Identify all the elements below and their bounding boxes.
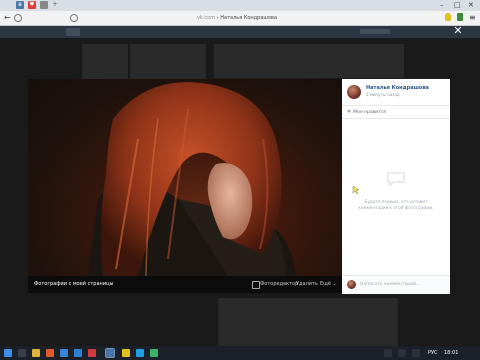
like-label: Мне нравится [353, 110, 387, 115]
divider [342, 118, 450, 119]
clock[interactable]: 18:01 [444, 349, 458, 357]
delete-button[interactable]: Удалить [296, 280, 318, 289]
address-bar: ← vk.com › Наталья Кондрашова ≡ [0, 11, 480, 26]
window-close-button[interactable]: ✕ [468, 1, 474, 10]
store-icon[interactable] [60, 349, 68, 357]
browser-menu-button[interactable]: ≡ [469, 12, 476, 23]
mouse-cursor-icon [352, 186, 360, 194]
author-avatar[interactable] [347, 85, 361, 99]
mail-icon[interactable] [74, 349, 82, 357]
ghost-wall-post [218, 298, 398, 346]
current-user-avatar [347, 280, 356, 289]
header-user [360, 29, 390, 34]
back-button[interactable]: ← [4, 12, 11, 23]
maximize-button[interactable]: □ [454, 1, 461, 10]
photo-illustration [88, 82, 296, 276]
task-view-icon[interactable] [18, 349, 26, 357]
download-icon[interactable] [457, 13, 463, 21]
browser-icon[interactable] [46, 349, 54, 357]
heart-tab-icon[interactable]: ♥ [28, 1, 36, 9]
comment-composer: Написать комментарий... [342, 275, 450, 294]
heart-icon: ♥ [347, 110, 352, 115]
app-icon[interactable] [150, 349, 158, 357]
photo-editor-button[interactable]: Фоторедактор [260, 280, 298, 289]
reload-icon[interactable] [14, 14, 22, 22]
os-taskbar: РУС 18:01 [0, 346, 480, 360]
divider [342, 105, 450, 106]
media-icon[interactable] [88, 349, 96, 357]
close-viewer-button[interactable]: ✕ [452, 25, 464, 37]
more-button[interactable]: Ещё ⌄ [320, 280, 337, 289]
vk-icon[interactable] [105, 348, 115, 358]
minimize-button[interactable]: – [440, 1, 444, 10]
tray-icon[interactable] [384, 349, 392, 357]
explorer-icon[interactable] [32, 349, 40, 357]
vk-tab-icon[interactable]: в [16, 1, 24, 9]
tab-icon[interactable] [40, 1, 48, 9]
ghost-profile-info [214, 44, 404, 78]
like-button[interactable]: ♥ Мне нравится [347, 109, 386, 116]
url-page-title: Наталья Кондрашова [220, 15, 278, 21]
skype-icon[interactable] [136, 349, 144, 357]
photo-image[interactable] [28, 79, 342, 276]
yandex-browser-icon[interactable] [122, 349, 130, 357]
browser-tab-strip: в ♥ + – □ ✕ [0, 0, 480, 11]
album-caption-link[interactable]: Фотографии с моей страницы [34, 280, 113, 289]
url-domain: vk.com [196, 15, 216, 21]
photo-action-bar: Фотографии с моей страницы Фоторедактор … [28, 276, 342, 293]
url-field[interactable]: vk.com › Наталья Кондрашова [162, 13, 312, 23]
photo-side-panel: Наталья Кондрашова 2 минуты назад ♥ Мне н… [342, 79, 450, 294]
new-tab-icon[interactable]: + [51, 1, 59, 9]
vk-logo-icon [66, 28, 80, 36]
comment-input[interactable]: Написать комментарий... [360, 281, 420, 288]
language-indicator[interactable]: РУС [428, 349, 438, 357]
volume-icon[interactable] [412, 349, 420, 357]
post-date: 2 минуты назад [366, 92, 400, 97]
start-icon[interactable] [4, 349, 12, 357]
network-icon[interactable] [398, 349, 406, 357]
extension-icon[interactable] [445, 13, 451, 21]
comments-icon [387, 172, 405, 186]
ghost-menu [82, 44, 128, 82]
author-name-link[interactable]: Наталья Кондрашова [366, 85, 429, 92]
refresh-icon[interactable] [70, 14, 78, 22]
editor-icon [252, 281, 260, 289]
vk-header [0, 26, 480, 38]
empty-comments-text: Будьте первым, кто оставит комментарий к… [358, 199, 434, 210]
